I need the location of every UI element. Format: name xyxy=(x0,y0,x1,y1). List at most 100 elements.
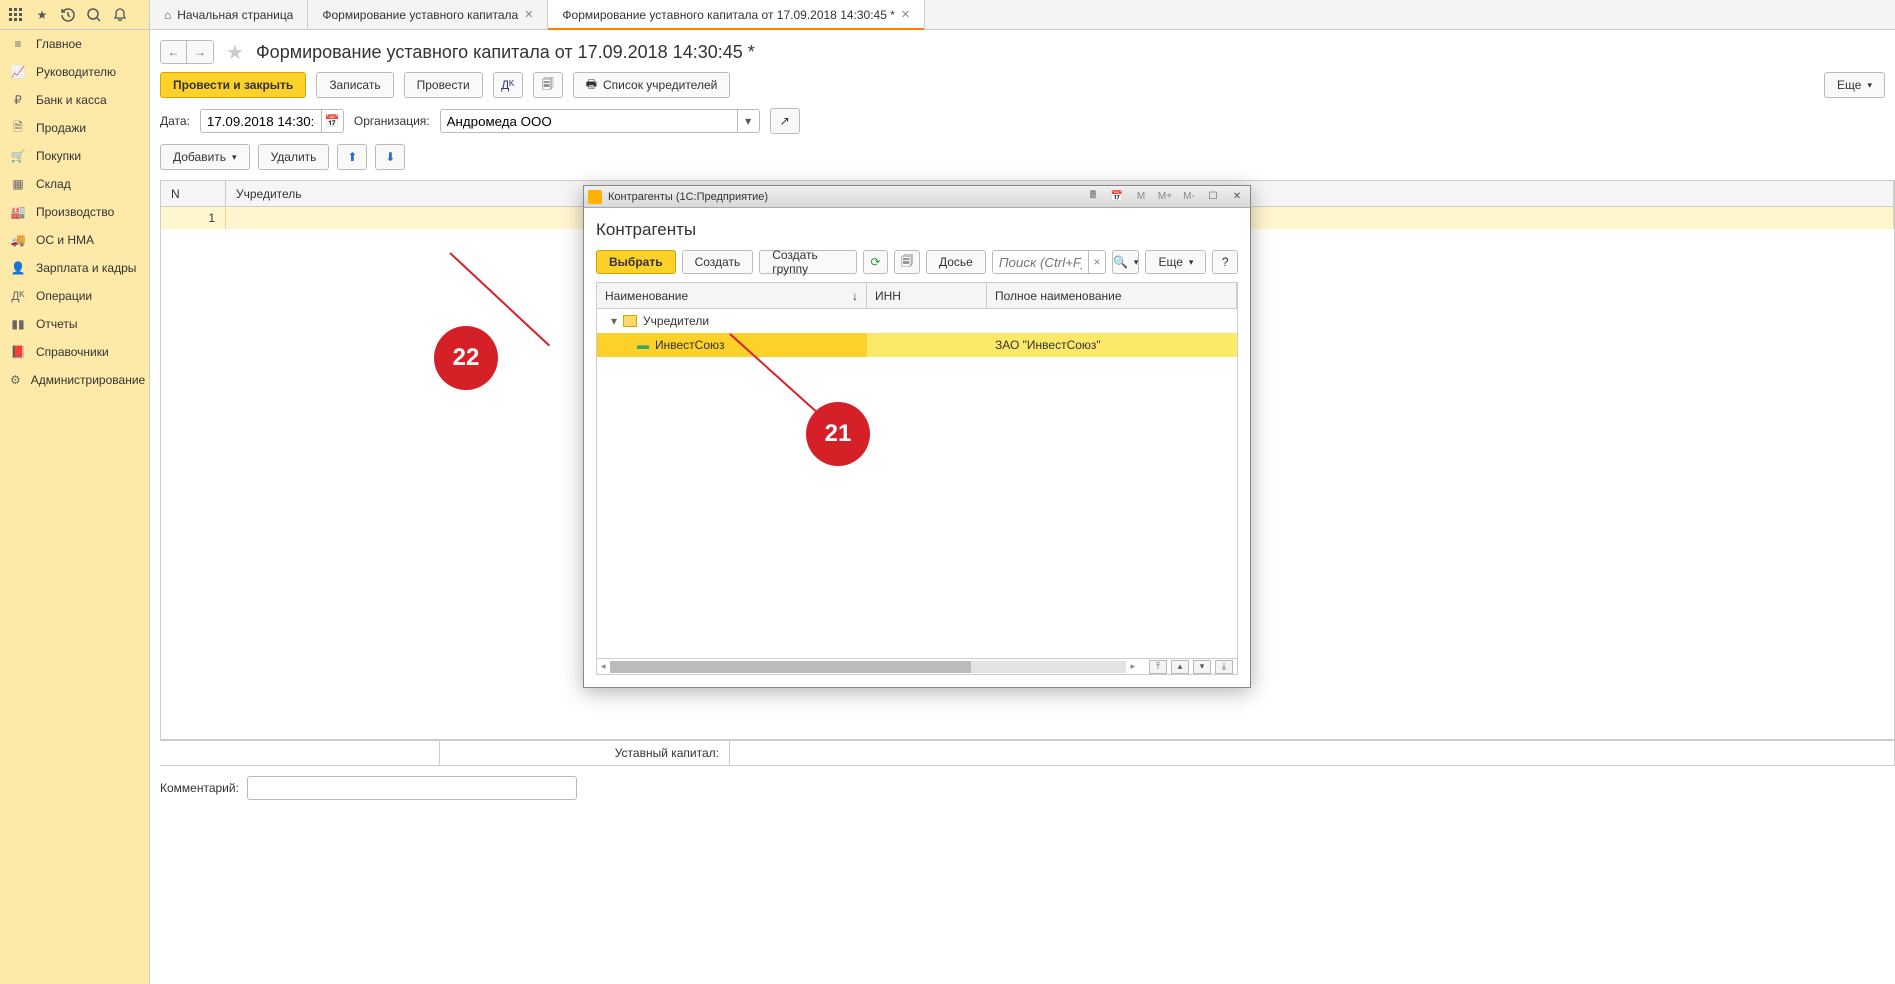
tree-group-row[interactable]: ▾ Учредители xyxy=(597,309,1237,333)
dialog-more-button[interactable]: Еще▾ xyxy=(1145,250,1206,274)
sidebar-item-purchases[interactable]: 🛒Покупки xyxy=(0,142,149,170)
maximize-icon[interactable]: ☐ xyxy=(1204,189,1222,205)
calendar-icon[interactable]: 📅 xyxy=(321,110,343,132)
horizontal-scrollbar[interactable] xyxy=(610,661,1127,673)
tree-top-button[interactable]: ⤒ xyxy=(1149,660,1167,674)
sidebar-item-admin[interactable]: ⚙Администрирование xyxy=(0,366,149,394)
tree-up-button[interactable]: ▴ xyxy=(1171,660,1189,674)
close-icon[interactable]: ✕ xyxy=(524,8,533,21)
print-icon: 🖶 xyxy=(586,75,597,96)
post-button[interactable]: Провести xyxy=(404,72,483,98)
sidebar-item-reports[interactable]: ▮▮Отчеты xyxy=(0,310,149,338)
memory-m-button[interactable]: M xyxy=(1132,189,1150,205)
dialog-table-header: Наименование↓ ИНН Полное наименование xyxy=(597,283,1237,309)
button-label: Записать xyxy=(329,78,380,92)
tab-doc1[interactable]: Формирование уставного капитала ✕ xyxy=(308,0,548,29)
apps-icon[interactable] xyxy=(8,7,24,23)
tab-doc2[interactable]: Формирование уставного капитала от 17.09… xyxy=(548,0,925,29)
help-button[interactable]: ? xyxy=(1212,250,1238,274)
select-button[interactable]: Выбрать xyxy=(596,250,676,274)
add-button[interactable]: Добавить▾ xyxy=(160,144,250,170)
col-inn[interactable]: ИНН xyxy=(867,283,987,308)
clear-icon[interactable]: × xyxy=(1088,251,1105,273)
close-icon[interactable]: ✕ xyxy=(901,8,910,21)
save-button[interactable]: Записать xyxy=(316,72,393,98)
sidebar-item-assets[interactable]: 🚚ОС и НМА xyxy=(0,226,149,254)
home-icon: ⌂ xyxy=(164,8,171,22)
search-icon[interactable] xyxy=(86,7,102,23)
bell-icon[interactable] xyxy=(112,7,128,23)
org-input[interactable]: ▾ xyxy=(440,109,760,133)
col-fullname[interactable]: Полное наименование xyxy=(987,283,1237,308)
sidebar-item-label: Главное xyxy=(36,37,82,51)
collapse-icon[interactable]: ▾ xyxy=(611,314,617,328)
col-name[interactable]: Наименование↓ xyxy=(597,283,867,308)
sidebar-item-label: Руководителю xyxy=(36,65,116,79)
col-n[interactable]: N xyxy=(161,181,226,206)
tree-bottom-button[interactable]: ⤓ xyxy=(1215,660,1233,674)
page-title: Формирование уставного капитала от 17.09… xyxy=(256,42,755,63)
back-button[interactable]: ← xyxy=(161,41,187,63)
org-open-button[interactable]: ↗ xyxy=(770,108,800,134)
forward-button[interactable]: → xyxy=(187,41,213,63)
move-down-button[interactable]: ⬇ xyxy=(375,144,405,170)
search-field[interactable] xyxy=(993,251,1088,273)
calendar-icon[interactable]: 📅 xyxy=(1108,189,1126,205)
dialog-table-footer: ◂ ▸ ⤒ ▴ ▾ ⤓ xyxy=(597,658,1237,674)
sidebar-item-hr[interactable]: 👤 Зарплата и кадры xyxy=(0,254,149,282)
group-name: Учредители xyxy=(643,314,709,328)
tab-home[interactable]: ⌂ Начальная страница xyxy=(150,0,308,29)
comment-label: Комментарий: xyxy=(160,781,239,795)
create-group-button[interactable]: Создать группу xyxy=(759,250,857,274)
delete-button[interactable]: Удалить xyxy=(258,144,330,170)
search-input[interactable]: × xyxy=(992,250,1106,274)
sidebar-item-production[interactable]: 🏭Производство xyxy=(0,198,149,226)
memory-mminus-button[interactable]: M- xyxy=(1180,189,1198,205)
move-up-button[interactable]: ⬆ xyxy=(337,144,367,170)
favorite-icon[interactable]: ★ xyxy=(222,41,248,63)
sidebar-item-label: ОС и НМА xyxy=(36,233,94,247)
sidebar-item-main[interactable]: ≡Главное xyxy=(0,30,149,58)
attach-button[interactable]: 🗐 xyxy=(533,72,563,98)
scroll-right-icon[interactable]: ▸ xyxy=(1130,661,1135,672)
commit-close-button[interactable]: Провести и закрыть xyxy=(160,72,306,98)
find-button[interactable]: 🔍▾ xyxy=(1112,250,1139,274)
sidebar-item-sales[interactable]: 🗎Продажи xyxy=(0,114,149,142)
sidebar-item-manager[interactable]: 📈Руководителю xyxy=(0,58,149,86)
comment-input[interactable] xyxy=(247,776,577,800)
sidebar-item-bank[interactable]: ₽Банк и касса xyxy=(0,86,149,114)
book-icon: 📕 xyxy=(10,344,26,360)
memory-mplus-button[interactable]: M+ xyxy=(1156,189,1174,205)
history-icon[interactable] xyxy=(60,7,76,23)
table-footer: Уставный капитал: xyxy=(160,740,1895,766)
button-label: Провести xyxy=(417,78,470,92)
scroll-left-icon[interactable]: ◂ xyxy=(601,661,606,672)
close-icon[interactable]: ✕ xyxy=(1228,189,1246,205)
more-button[interactable]: Еще▾ xyxy=(1824,72,1885,98)
comment-field[interactable] xyxy=(248,777,576,799)
sidebar-item-label: Администрирование xyxy=(31,373,145,387)
create-button[interactable]: Создать xyxy=(682,250,754,274)
dtkt-button[interactable]: Дᴷ xyxy=(493,72,523,98)
star-icon[interactable]: ★ xyxy=(34,7,50,23)
dropdown-icon[interactable]: ▾ xyxy=(737,110,759,132)
list-button[interactable]: 🗐 xyxy=(894,250,920,274)
founders-list-button[interactable]: 🖶Список учредителей xyxy=(573,72,731,98)
grid-icon: ▦ xyxy=(10,176,26,192)
refresh-button[interactable]: ⟳ xyxy=(863,250,889,274)
sidebar-item-ops[interactable]: ДᴷОперации xyxy=(0,282,149,310)
sidebar: ≡Главное 📈Руководителю ₽Банк и касса 🗎Пр… xyxy=(0,30,150,984)
calc-icon[interactable]: 🖩 xyxy=(1084,189,1102,205)
sidebar-item-dicts[interactable]: 📕Справочники xyxy=(0,338,149,366)
person-icon: 👤 xyxy=(10,260,26,276)
date-field[interactable] xyxy=(201,110,321,132)
sidebar-item-label: Зарплата и кадры xyxy=(36,261,136,275)
date-input[interactable]: 📅 xyxy=(200,109,344,133)
tree-down-button[interactable]: ▾ xyxy=(1193,660,1211,674)
dialog-titlebar[interactable]: Контрагенты (1С:Предприятие) 🖩 📅 M M+ M-… xyxy=(584,186,1250,208)
dossier-button[interactable]: Досье xyxy=(926,250,986,274)
org-field[interactable] xyxy=(441,110,737,132)
sidebar-item-label: Покупки xyxy=(36,149,81,163)
tree-item-row[interactable]: ▬ИнвестСоюз ЗАО "ИнвестСоюз" xyxy=(597,333,1237,357)
sidebar-item-stock[interactable]: ▦Склад xyxy=(0,170,149,198)
